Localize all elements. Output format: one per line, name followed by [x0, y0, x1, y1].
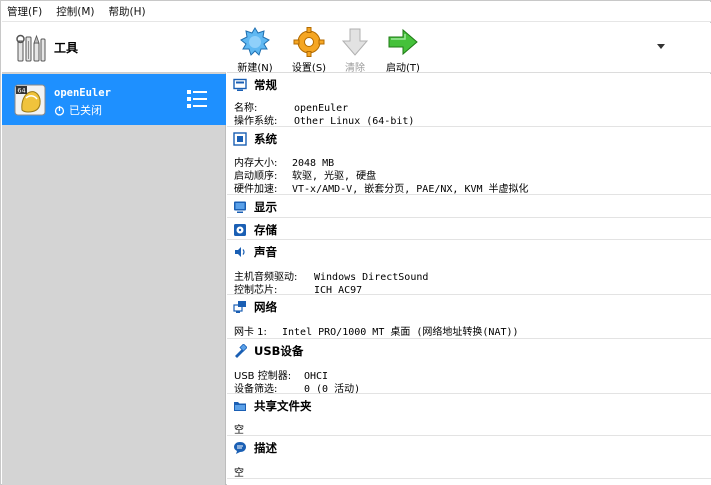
folder-icon	[234, 402, 246, 411]
start-label: 启动(T)	[386, 63, 420, 74]
section-description-header[interactable]: 描述	[233, 440, 277, 456]
section-storage-title: 存储	[254, 223, 277, 237]
section-network-title: 网络	[254, 300, 277, 314]
section-audio: 声音 主机音频驱动: Windows DirectSound 控制芯片: ICH A…	[227, 241, 711, 296]
section-network: 网络 网卡 1: Intel PRO/1000 MT 桌面 (网络地址转换(NAT…	[227, 296, 711, 339]
section-display: 显示	[227, 196, 711, 218]
discard-button[interactable]: 清除	[331, 25, 379, 74]
new-star-icon	[240, 27, 270, 56]
vm-details-menu-icon[interactable]	[186, 88, 208, 110]
vm-list-pane: 工具 64 openEuler 已关闭	[2, 23, 226, 485]
system-chip-icon	[233, 132, 247, 146]
tools-item[interactable]: 工具	[2, 23, 226, 73]
menu-control[interactable]: 控制(M)	[56, 4, 94, 19]
prop-usb-filter: 设备筛选: 0 (0 活动)	[234, 384, 361, 395]
prop-nic1: 网卡 1: Intel PRO/1000 MT 桌面 (网络地址转换(NAT))	[234, 327, 519, 338]
storage-disk-icon	[234, 224, 246, 236]
section-audio-header[interactable]: 声音	[233, 244, 277, 260]
section-shared-header[interactable]: 共享文件夹	[233, 398, 312, 414]
linux-os-icon: 64	[14, 84, 46, 116]
vm-list-item[interactable]: 64 openEuler 已关闭	[2, 74, 226, 125]
vm-name: openEuler	[54, 87, 111, 99]
discard-label: 清除	[345, 63, 365, 74]
vm-state-label: 已关闭	[69, 104, 102, 117]
discard-arrow-down-icon	[341, 28, 369, 56]
toolbar: 新建(N) 设置(S) 清除 启动(T)	[227, 23, 711, 74]
section-usb-header[interactable]: USB设备	[233, 343, 303, 359]
section-general: 常规 名称: openEuler 操作系统: Other Linux (64-bit…	[227, 74, 711, 127]
start-dropdown-chevron-icon[interactable]	[655, 41, 667, 51]
section-shared-folders: 共享文件夹 空	[227, 395, 711, 436]
start-arrow-right-icon	[388, 28, 418, 56]
vm-state: 已关闭	[54, 102, 102, 118]
general-monitor-icon	[233, 78, 247, 91]
section-system-header[interactable]: 系统	[233, 131, 277, 147]
section-network-header[interactable]: 网络	[233, 299, 277, 315]
settings-button[interactable]: 设置(S)	[285, 25, 333, 74]
section-general-header[interactable]: 常规	[233, 77, 277, 93]
app-window: 管理(F) 控制(M) 帮助(H) 工具 64 openEuler 已关闭 新建…	[0, 0, 711, 485]
start-button[interactable]: 启动(T)	[379, 25, 427, 74]
power-off-icon	[54, 105, 65, 116]
section-system: 系统 内存大小: 2048 MB 启动顺序: 软驱, 光驱, 硬盘 硬件加速: VT-…	[227, 128, 711, 195]
menu-help[interactable]: 帮助(H)	[109, 4, 146, 19]
section-audio-title: 声音	[254, 245, 277, 259]
section-shared-title: 共享文件夹	[254, 399, 312, 413]
display-monitor-icon	[234, 201, 246, 213]
prop-os: 操作系统: Other Linux (64-bit)	[234, 116, 415, 127]
os-badge-text: 64	[17, 87, 25, 95]
tools-icon	[16, 34, 46, 61]
section-general-title: 常规	[254, 78, 277, 92]
prop-description-empty: 空	[234, 468, 244, 479]
settings-label: 设置(S)	[291, 63, 327, 74]
speech-bubble-icon	[234, 442, 246, 454]
section-description-title: 描述	[254, 441, 277, 455]
speaker-icon	[235, 247, 245, 257]
new-vm-label: 新建(N)	[237, 63, 273, 74]
menubar: 管理(F) 控制(M) 帮助(H)	[2, 2, 711, 22]
new-vm-button[interactable]: 新建(N)	[231, 25, 279, 74]
section-description: 描述 空	[227, 437, 711, 479]
section-display-header[interactable]: 显示	[233, 199, 277, 215]
prop-audio-chip: 控制芯片: ICH AC97	[234, 285, 363, 296]
details-pane: 常规 名称: openEuler 操作系统: Other Linux (64-bit…	[227, 74, 711, 485]
section-system-title: 系统	[254, 132, 277, 146]
section-usb: USB设备 USB 控制器: OHCI 设备筛选: 0 (0 活动)	[227, 340, 711, 395]
tools-label: 工具	[54, 41, 79, 55]
section-usb-title: USB设备	[254, 344, 304, 358]
section-storage-header[interactable]: 存储	[233, 222, 277, 238]
section-display-title: 显示	[254, 200, 277, 214]
usb-icon	[235, 344, 247, 358]
gear-icon	[293, 27, 325, 57]
prop-acceleration: 硬件加速: VT-x/AMD-V, 嵌套分页, PAE/NX, KVM 半虚拟化	[234, 184, 529, 195]
prop-shared-empty: 空	[234, 425, 244, 436]
menu-manage[interactable]: 管理(F)	[7, 4, 42, 19]
network-icon	[233, 301, 246, 313]
section-storage: 存储	[227, 219, 711, 240]
